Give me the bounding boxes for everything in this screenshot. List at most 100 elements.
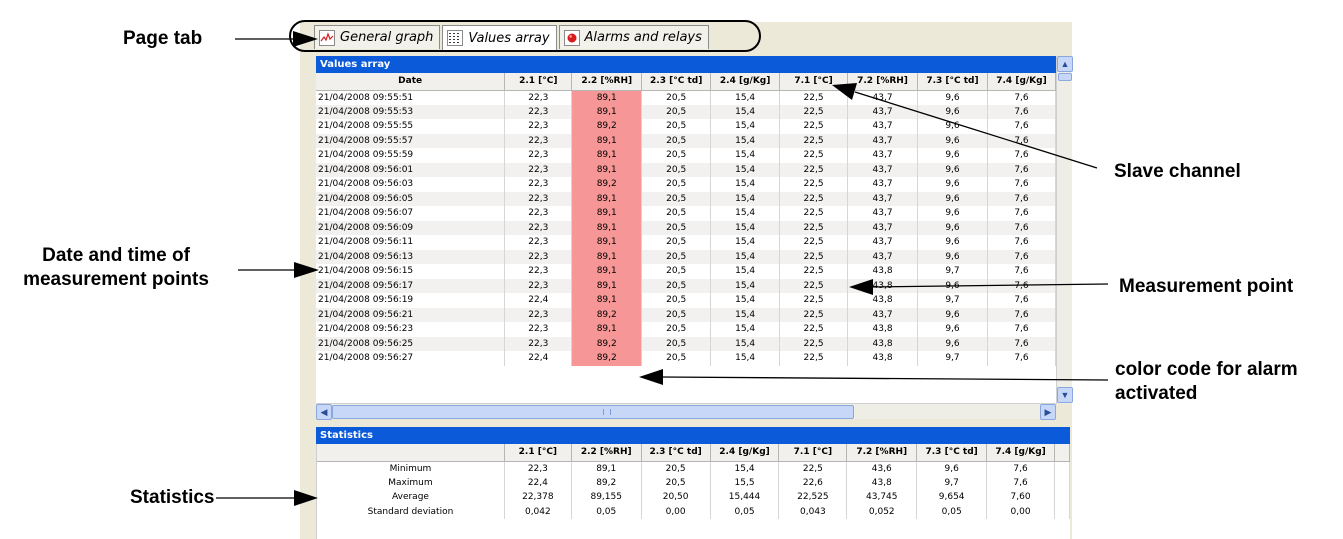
column-header[interactable]: 2.3 [°C td]: [641, 73, 712, 91]
stats-row: Standard deviation 0,042 0,05 0,00 0,05 0,043…: [317, 504, 1070, 519]
stats-value: 43,745: [846, 490, 918, 505]
value-cell: 43,7: [847, 148, 918, 163]
table-row[interactable]: 21/04/2008 09:55:57 22,3 89,1 20,5 15,4 22,5 4…: [316, 133, 1056, 148]
table-row[interactable]: 21/04/2008 09:56:17 22,3 89,1 20,5 15,4 22,5 4…: [316, 278, 1056, 293]
value-cell: 89,1: [571, 220, 643, 235]
horizontal-scrollbar[interactable]: ◀ ▶: [316, 403, 1056, 420]
value-cell: 20,5: [641, 336, 712, 351]
value-cell: 89,1: [571, 148, 643, 163]
value-cell: 15,4: [710, 322, 781, 337]
stats-value: 0,05: [916, 504, 988, 519]
value-cell: 7,6: [987, 235, 1056, 250]
table-row[interactable]: 21/04/2008 09:56:15 22,3 89,1 20,5 15,4 22,5 4…: [316, 264, 1056, 279]
value-cell: 22,5: [779, 133, 849, 148]
date-cell: 21/04/2008 09:56:17: [316, 278, 506, 293]
value-cell: 43,8: [847, 293, 918, 308]
value-cell: 9,6: [917, 206, 988, 221]
date-cell: 21/04/2008 09:55:57: [316, 133, 506, 148]
value-cell: 15,4: [710, 293, 781, 308]
column-header[interactable]: 7.3 [°C td]: [917, 73, 988, 91]
value-cell: 20,5: [641, 264, 712, 279]
stats-label: Minimum: [317, 461, 505, 476]
value-cell: 15,4: [710, 148, 781, 163]
column-header-date[interactable]: Date: [316, 73, 506, 91]
table-row[interactable]: 21/04/2008 09:56:19 22,4 89,1 20,5 15,4 22,5 4…: [316, 293, 1056, 308]
table-row[interactable]: 21/04/2008 09:56:21 22,3 89,2 20,5 15,4 22,5 4…: [316, 307, 1056, 322]
stats-value: 22,378: [504, 490, 572, 505]
stats-value: 20,5: [641, 475, 711, 490]
table-row[interactable]: 21/04/2008 09:55:55 22,3 89,2 20,5 15,4 22,5 4…: [316, 119, 1056, 134]
table-row[interactable]: 21/04/2008 09:56:27 22,4 89,2 20,5 15,4 22,5 4…: [316, 351, 1056, 366]
table-row[interactable]: 21/04/2008 09:56:25 22,3 89,2 20,5 15,4 22,5 4…: [316, 336, 1056, 351]
value-cell: 20,5: [641, 90, 712, 105]
vertical-scrollbar[interactable]: ▲ ▼: [1056, 56, 1073, 404]
table-row[interactable]: 21/04/2008 09:56:07 22,3 89,1 20,5 15,4 22,5 4…: [316, 206, 1056, 221]
column-header[interactable]: 7.4 [g/Kg]: [987, 73, 1056, 91]
table-row[interactable]: 21/04/2008 09:55:51 22,3 89,1 20,5 15,4 22,5 4…: [316, 90, 1056, 105]
value-cell: 22,4: [504, 351, 573, 366]
value-cell: 22,5: [779, 322, 849, 337]
value-cell: 22,5: [779, 104, 849, 119]
scroll-left-button[interactable]: ◀: [316, 404, 332, 420]
stats-column-header: 7.4 [g/Kg]: [986, 444, 1056, 462]
date-cell: 21/04/2008 09:56:25: [316, 336, 506, 351]
value-cell: 9,6: [917, 322, 988, 337]
vertical-scroll-thumb[interactable]: [1058, 73, 1072, 81]
table-row[interactable]: 21/04/2008 09:55:59 22,3 89,1 20,5 15,4 22,5 4…: [316, 148, 1056, 163]
column-header[interactable]: 7.2 [%RH]: [847, 73, 918, 91]
chevron-right-icon: ▶: [1044, 406, 1052, 417]
values-array-grid[interactable]: Date 2.1 [°C] 2.2 [%RH] 2.3 [°C td] 2.4 [g/K…: [316, 73, 1056, 403]
table-row[interactable]: 21/04/2008 09:56:09 22,3 89,1 20,5 15,4 22,5 4…: [316, 220, 1056, 235]
value-cell: 89,1: [571, 322, 643, 337]
value-cell: 43,8: [847, 264, 918, 279]
scroll-up-button[interactable]: ▲: [1057, 56, 1073, 72]
stats-value: 22,5: [778, 461, 848, 476]
column-header[interactable]: 2.2 [%RH]: [571, 73, 643, 91]
value-cell: 22,5: [779, 293, 849, 308]
value-cell: 7,6: [987, 336, 1056, 351]
annotation-slave-channel: Slave channel: [1114, 161, 1241, 182]
horizontal-scroll-thumb[interactable]: [332, 405, 854, 419]
table-row[interactable]: 21/04/2008 09:56:23 22,3 89,1 20,5 15,4 22,5 4…: [316, 322, 1056, 337]
table-row[interactable]: 21/04/2008 09:56:03 22,3 89,2 20,5 15,4 22,5 4…: [316, 177, 1056, 192]
table-row[interactable]: 21/04/2008 09:56:13 22,3 89,1 20,5 15,4 22,5 4…: [316, 249, 1056, 264]
value-cell: 22,5: [779, 162, 849, 177]
scroll-down-button[interactable]: ▼: [1057, 387, 1073, 403]
value-cell: 9,6: [917, 220, 988, 235]
value-cell: 9,6: [917, 235, 988, 250]
annotation-date-time-line2: measurement points: [23, 269, 209, 290]
scroll-right-button[interactable]: ▶: [1040, 404, 1056, 420]
value-cell: 22,5: [779, 235, 849, 250]
value-cell: 7,6: [987, 307, 1056, 322]
column-header[interactable]: 2.4 [g/Kg]: [710, 73, 781, 91]
value-cell: 9,6: [917, 307, 988, 322]
stats-value: 89,2: [571, 475, 642, 490]
stats-value: 89,1: [571, 461, 642, 476]
value-cell: 9,6: [917, 119, 988, 134]
date-cell: 21/04/2008 09:56:21: [316, 307, 506, 322]
statistics-grid[interactable]: 2.1 [°C] 2.2 [%RH] 2.3 [°C td] 2.4 [g/Kg] 7.…: [316, 444, 1070, 539]
table-row[interactable]: 21/04/2008 09:56:11 22,3 89,1 20,5 15,4 22,5 4…: [316, 235, 1056, 250]
chevron-up-icon: ▲: [1060, 59, 1070, 69]
value-cell: 89,1: [571, 191, 643, 206]
value-cell: 15,4: [710, 278, 781, 293]
date-cell: 21/04/2008 09:55:53: [316, 104, 506, 119]
value-cell: 7,6: [987, 90, 1056, 105]
annotation-date-time: Date and time of measurement points: [0, 244, 232, 292]
column-header[interactable]: 7.1 [°C]: [779, 73, 849, 91]
stats-label: Standard deviation: [317, 504, 505, 519]
table-row[interactable]: 21/04/2008 09:56:01 22,3 89,1 20,5 15,4 22,5 4…: [316, 162, 1056, 177]
value-cell: 22,3: [504, 119, 573, 134]
column-header[interactable]: 2.1 [°C]: [504, 73, 573, 91]
value-cell: 9,7: [917, 351, 988, 366]
date-cell: 21/04/2008 09:56:01: [316, 162, 506, 177]
value-cell: 20,5: [641, 235, 712, 250]
table-row[interactable]: 21/04/2008 09:55:53 22,3 89,1 20,5 15,4 22,5 4…: [316, 104, 1056, 119]
table-row[interactable]: 21/04/2008 09:56:05 22,3 89,1 20,5 15,4 22,5 4…: [316, 191, 1056, 206]
value-cell: 9,6: [917, 162, 988, 177]
value-cell: 7,6: [987, 293, 1056, 308]
value-cell: 15,4: [710, 133, 781, 148]
stats-value: 15,444: [710, 490, 780, 505]
value-cell: 15,4: [710, 162, 781, 177]
value-cell: 7,6: [987, 264, 1056, 279]
